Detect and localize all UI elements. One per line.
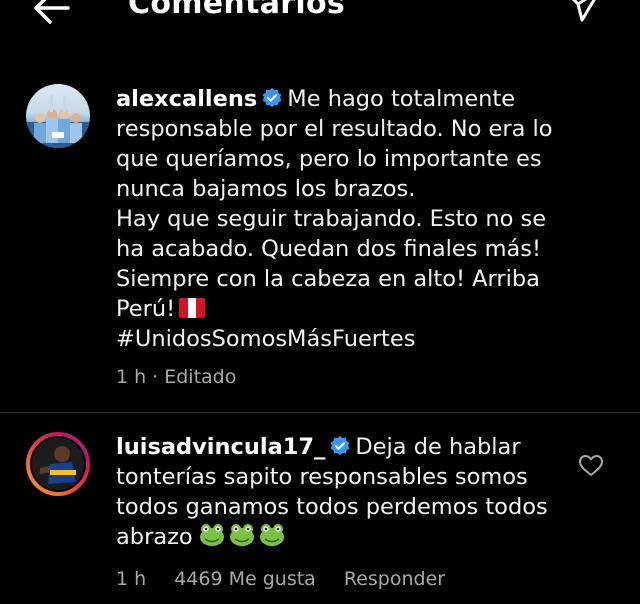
frog-emoji-icon xyxy=(199,524,224,546)
comment-line: Deja de hablar xyxy=(355,434,521,460)
comment-line: Siempre con la cabeza en alto! Arriba xyxy=(116,266,540,292)
likes-count-link[interactable]: 4469 Me gusta xyxy=(174,568,316,590)
edited-label: Editado xyxy=(164,366,237,388)
comment-username[interactable]: alexcallens xyxy=(116,86,257,112)
avatar[interactable] xyxy=(26,432,90,496)
paper-plane-icon[interactable] xyxy=(560,0,604,26)
top-bar: Comentarios xyxy=(0,0,640,30)
avatar[interactable] xyxy=(26,84,90,148)
comment-text: luisadvincula17_ Deja de hablar tontería… xyxy=(116,432,586,556)
comment-line: Perú! xyxy=(116,296,176,322)
comment-time: 1 h xyxy=(116,568,147,590)
comment-line: Hay que seguir trabajando. Esto no se xyxy=(116,206,547,232)
team-photo-icon xyxy=(26,94,90,148)
verified-badge-icon xyxy=(330,435,350,456)
avatar-image xyxy=(30,436,86,492)
peru-flag-icon xyxy=(179,298,206,318)
hashtag-link[interactable]: #UnidosSomosMásFuertes xyxy=(116,324,586,354)
divider xyxy=(0,412,640,413)
comment-line: ha acabado. Quedan dos finales más! xyxy=(116,236,542,262)
frog-emoji-icon xyxy=(229,524,254,546)
page-title: Comentarios xyxy=(128,0,346,21)
comment-time: 1 h xyxy=(116,366,147,388)
frog-emoji-icon xyxy=(259,524,284,546)
comment-line: Me hago totalmente xyxy=(287,86,516,112)
comment-meta: 1 h 4469 Me gusta Responder xyxy=(116,568,467,590)
player-photo-icon xyxy=(32,438,84,490)
heart-outline-icon[interactable] xyxy=(578,454,604,478)
frog-emojis xyxy=(199,522,289,556)
arrow-left-icon[interactable] xyxy=(30,0,74,28)
comment-username[interactable]: luisadvincula17_ xyxy=(116,434,325,460)
comment-line: tonterías sapito responsables somos xyxy=(116,464,528,490)
comment-line: responsable por el resultado. No era lo xyxy=(116,116,553,142)
verified-badge-icon xyxy=(262,87,282,108)
comment-meta: 1 h · Editado xyxy=(116,366,237,388)
comment-line: nunca bajamos los brazos. xyxy=(116,176,416,202)
comment-line: todos ganamos todos perdemos todos xyxy=(116,494,548,520)
avatar-image xyxy=(26,84,90,148)
comment-line: abrazo xyxy=(116,524,193,550)
comment-text: alexcallens Me hago totalmente responsab… xyxy=(116,84,586,354)
reply-button[interactable]: Responder xyxy=(344,568,445,590)
comment-line: que queríamos, pero lo importante es xyxy=(116,146,542,172)
